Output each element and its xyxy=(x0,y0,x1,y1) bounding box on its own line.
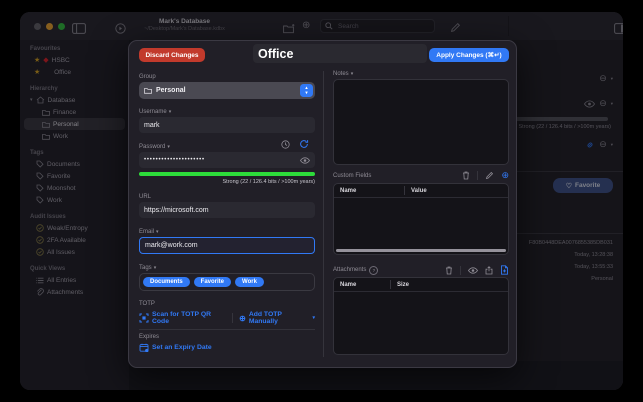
notes-label-text: Notes xyxy=(333,71,349,77)
chevron-down-icon: ▾ xyxy=(305,91,307,95)
add-attachment-icon[interactable] xyxy=(500,265,509,275)
totp-expires-divider xyxy=(139,329,315,330)
chevron-down-icon: ▾ xyxy=(312,315,315,321)
custom-fields-table[interactable]: Name Value xyxy=(333,183,509,255)
attachments-label: Attachments xyxy=(333,267,366,273)
circle-plus-icon: ⊕ xyxy=(239,314,246,323)
icon-divider xyxy=(477,171,478,180)
expires-label: Expires xyxy=(139,334,159,340)
password-label-text: Password xyxy=(139,144,165,150)
group-label-text: Group xyxy=(139,74,156,80)
attachments-header: Attachments ? xyxy=(333,265,509,275)
dropdown-stepper-icon[interactable]: ▴ ▾ xyxy=(300,84,313,97)
attachments-table[interactable]: Name Size xyxy=(333,277,509,355)
screenshot-stage: Mark's Database ~/Desktop/Mark's Databas… xyxy=(0,0,643,402)
email-field[interactable]: mark@work.com xyxy=(139,237,315,254)
username-label-text: Username xyxy=(139,109,167,115)
scan-totp-label: Scan for TOTP QR Code xyxy=(152,311,226,325)
chevron-down-icon[interactable]: ▾ xyxy=(351,71,354,77)
password-strength-bar xyxy=(139,172,315,176)
entry-title-field[interactable]: Office xyxy=(253,44,427,63)
custom-fields-label: Custom Fields xyxy=(333,173,371,179)
password-label: Password ▾ xyxy=(139,144,170,150)
url-label-text: URL xyxy=(139,194,151,200)
tags-box[interactable]: Documents Favorite Work xyxy=(139,273,315,291)
apply-changes-button[interactable]: Apply Changes (⌘↵) xyxy=(429,48,509,62)
app-window: Mark's Database ~/Desktop/Mark's Databas… xyxy=(20,12,623,390)
group-dropdown[interactable]: Personal ▴ ▾ xyxy=(139,82,315,99)
group-value: Personal xyxy=(156,87,186,94)
eye-icon[interactable] xyxy=(468,267,478,274)
password-value: ••••••••••••••••••••• xyxy=(144,157,205,163)
username-value: mark xyxy=(144,122,160,129)
share-icon[interactable] xyxy=(485,266,493,275)
email-label-text: Email xyxy=(139,229,154,235)
eye-icon[interactable] xyxy=(300,157,310,164)
add-custom-field-icon[interactable]: ⊕ xyxy=(501,171,509,180)
add-totp-button[interactable]: ⊕ Add TOTP Manually ▾ xyxy=(239,311,315,325)
discard-changes-button[interactable]: Discard Changes xyxy=(139,48,205,62)
notes-textarea[interactable] xyxy=(333,79,509,165)
attachments-table-header: Name Size xyxy=(334,278,508,292)
column-header-name: Name xyxy=(334,282,390,288)
column-header-name: Name xyxy=(334,188,404,194)
email-value: mark@work.com xyxy=(145,242,198,249)
username-field[interactable]: mark xyxy=(139,117,315,133)
tag-pill-favorite[interactable]: Favorite xyxy=(194,277,231,287)
add-totp-label: Add TOTP Manually xyxy=(249,311,310,325)
password-field[interactable]: ••••••••••••••••••••• xyxy=(139,152,315,168)
apply-changes-label: Apply Changes (⌘↵) xyxy=(436,51,501,59)
password-history-clock-icon[interactable] xyxy=(281,140,290,149)
chevron-down-icon[interactable]: ▾ xyxy=(154,265,157,271)
horizontal-scrollbar[interactable] xyxy=(336,249,506,253)
username-label: Username ▾ xyxy=(139,109,171,115)
custom-fields-table-header: Name Value xyxy=(334,184,508,198)
trash-icon[interactable] xyxy=(445,266,453,275)
qr-scan-icon xyxy=(139,313,149,323)
microsoft-logo-icon xyxy=(230,45,248,63)
regenerate-password-icon[interactable] xyxy=(299,139,309,149)
set-expiry-button[interactable]: Set an Expiry Date xyxy=(139,343,212,352)
url-field[interactable]: https://microsoft.com xyxy=(139,202,315,218)
tag-pill-documents[interactable]: Documents xyxy=(143,277,190,287)
help-question-icon[interactable]: ? xyxy=(369,266,378,275)
edit-entry-dialog: Discard Changes Office Apply Changes (⌘↵… xyxy=(128,40,517,368)
column-header-value: Value xyxy=(405,188,427,194)
chevron-down-icon[interactable]: ▾ xyxy=(156,229,159,235)
trash-icon[interactable] xyxy=(462,171,470,180)
tags-label: Tags ▾ xyxy=(139,265,156,271)
scan-totp-button[interactable]: Scan for TOTP QR Code xyxy=(139,311,226,325)
calendar-icon xyxy=(139,343,149,352)
entry-title-text: Office xyxy=(258,47,293,61)
notes-label: Notes ▾ xyxy=(333,71,353,77)
column-divider xyxy=(323,71,324,357)
totp-label: TOTP xyxy=(139,301,155,307)
custom-fields-header: Custom Fields ⊕ xyxy=(333,171,509,180)
discard-changes-label: Discard Changes xyxy=(145,52,198,59)
column-header-size: Size xyxy=(391,282,409,288)
edit-pencil-icon[interactable] xyxy=(485,171,494,180)
totp-actions-row: Scan for TOTP QR Code ⊕ Add TOTP Manuall… xyxy=(139,311,315,325)
url-label: URL xyxy=(139,194,151,200)
folder-icon xyxy=(144,87,152,94)
url-value: https://microsoft.com xyxy=(144,207,209,214)
expires-label-text: Expires xyxy=(139,334,159,340)
totp-label-text: TOTP xyxy=(139,301,155,307)
group-label: Group xyxy=(139,74,156,80)
set-expiry-label: Set an Expiry Date xyxy=(152,344,212,351)
totp-divider xyxy=(232,313,233,323)
chevron-down-icon[interactable]: ▾ xyxy=(169,109,172,115)
tag-pill-work[interactable]: Work xyxy=(235,277,264,287)
icon-divider xyxy=(460,266,461,275)
email-label: Email ▾ xyxy=(139,229,159,235)
chevron-down-icon[interactable]: ▾ xyxy=(167,144,170,150)
password-strength-text: Strong (22 / 126.4 bits / >100m years) xyxy=(139,179,315,185)
tags-label-text: Tags xyxy=(139,265,152,271)
